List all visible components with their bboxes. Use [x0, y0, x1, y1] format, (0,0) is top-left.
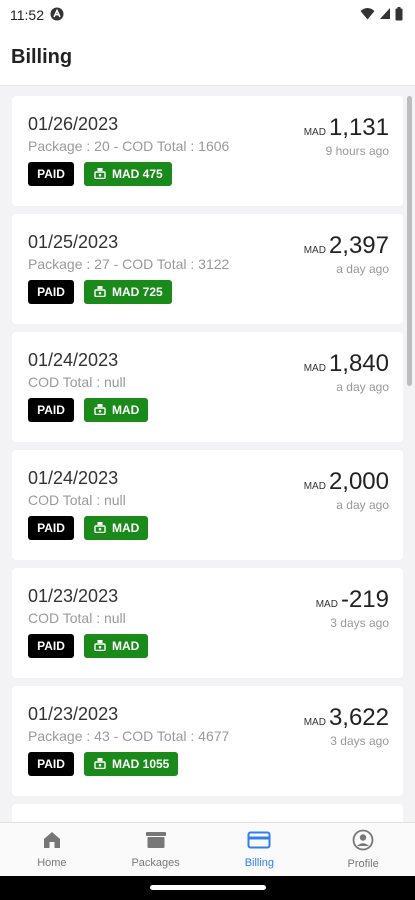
gesture-bar: [0, 876, 415, 900]
cash-amount: MAD 1055: [112, 757, 170, 771]
cash-amount: MAD 475: [112, 167, 163, 181]
currency-label: MAD: [303, 127, 326, 138]
billing-card[interactable]: 01/25/2023 Package : 27 - COD Total : 31…: [12, 214, 403, 324]
cash-badge: MAD 475: [84, 162, 172, 186]
cash-amount: MAD: [112, 403, 140, 417]
cash-register-icon: [94, 167, 106, 182]
billing-card[interactable]: 01/23/2023 Package : 43 - COD Total : 46…: [12, 686, 403, 796]
paid-badge: PAID: [28, 752, 74, 776]
billing-time-ago: 3 days ago: [330, 616, 389, 630]
billing-amount: 2,397: [328, 232, 389, 259]
wifi-icon: [360, 7, 375, 23]
home-icon: [42, 830, 62, 853]
status-time: 11:52: [10, 7, 44, 23]
currency-label: MAD: [315, 599, 338, 610]
app-notification-icon: [50, 7, 64, 24]
nav-billing[interactable]: Billing: [208, 823, 312, 876]
billing-amount: 1,131: [328, 114, 389, 141]
currency-label: MAD: [303, 363, 326, 374]
billing-card[interactable]: 01/24/2023 COD Total : null PAID MAD MAD…: [12, 450, 403, 560]
billing-card[interactable]: 01/23/2023 COD Total : null PAID MAD MAD…: [12, 568, 403, 678]
paid-badge: PAID: [28, 162, 74, 186]
cash-badge: MAD: [84, 398, 149, 422]
billing-amount: 2,000: [328, 468, 389, 495]
battery-icon: [395, 6, 403, 24]
billing-time-ago: a day ago: [336, 380, 389, 394]
currency-label: MAD: [303, 481, 326, 492]
cash-badge: MAD: [84, 516, 149, 540]
cash-amount: MAD 725: [112, 285, 163, 299]
bottom-nav: Home Packages Billing Profile: [0, 822, 415, 876]
billing-time-ago: 3 days ago: [330, 734, 389, 748]
scrollbar-thumb[interactable]: [407, 96, 412, 386]
cash-register-icon: [94, 639, 106, 654]
billing-card-partial[interactable]: [12, 804, 403, 822]
billing-card[interactable]: 01/24/2023 COD Total : null PAID MAD MAD…: [12, 332, 403, 442]
nav-profile[interactable]: Profile: [311, 823, 415, 876]
home-gesture-handle[interactable]: [150, 885, 266, 890]
profile-icon: [352, 829, 374, 854]
paid-badge: PAID: [28, 516, 74, 540]
billing-amount: 1,840: [328, 350, 389, 377]
app-bar: Billing: [0, 30, 415, 86]
nav-billing-label: Billing: [244, 857, 275, 869]
cash-amount: MAD: [112, 639, 140, 653]
nav-home-label: Home: [37, 857, 67, 869]
cash-badge: MAD: [84, 634, 149, 658]
cash-register-icon: [94, 403, 106, 418]
billing-amount: 3,622: [328, 704, 389, 731]
cash-register-icon: [94, 757, 106, 772]
nav-home[interactable]: Home: [0, 823, 104, 876]
cash-badge: MAD 725: [84, 280, 172, 304]
currency-label: MAD: [303, 245, 326, 256]
cash-register-icon: [94, 521, 106, 536]
nav-packages[interactable]: Packages: [104, 823, 208, 876]
nav-packages-label: Packages: [131, 857, 180, 869]
package-icon: [145, 830, 167, 853]
currency-label: MAD: [303, 717, 326, 728]
cash-register-icon: [94, 285, 106, 300]
billing-time-ago: 9 hours ago: [325, 144, 389, 158]
paid-badge: PAID: [28, 280, 74, 304]
paid-badge: PAID: [28, 634, 74, 658]
paid-badge: PAID: [28, 398, 74, 422]
billing-card[interactable]: 01/26/2023 Package : 20 - COD Total : 16…: [12, 96, 403, 206]
cash-amount: MAD: [112, 521, 140, 535]
cash-badge: MAD 1055: [84, 752, 179, 776]
signal-icon: [379, 7, 391, 23]
billing-time-ago: a day ago: [336, 262, 389, 276]
billing-time-ago: a day ago: [336, 498, 389, 512]
nav-profile-label: Profile: [347, 858, 379, 870]
billing-list[interactable]: 01/26/2023 Package : 20 - COD Total : 16…: [0, 86, 415, 822]
billing-amount: -219: [340, 586, 389, 613]
credit-card-icon: [247, 830, 271, 853]
status-bar: 11:52: [0, 0, 415, 30]
page-title: Billing: [11, 46, 73, 68]
